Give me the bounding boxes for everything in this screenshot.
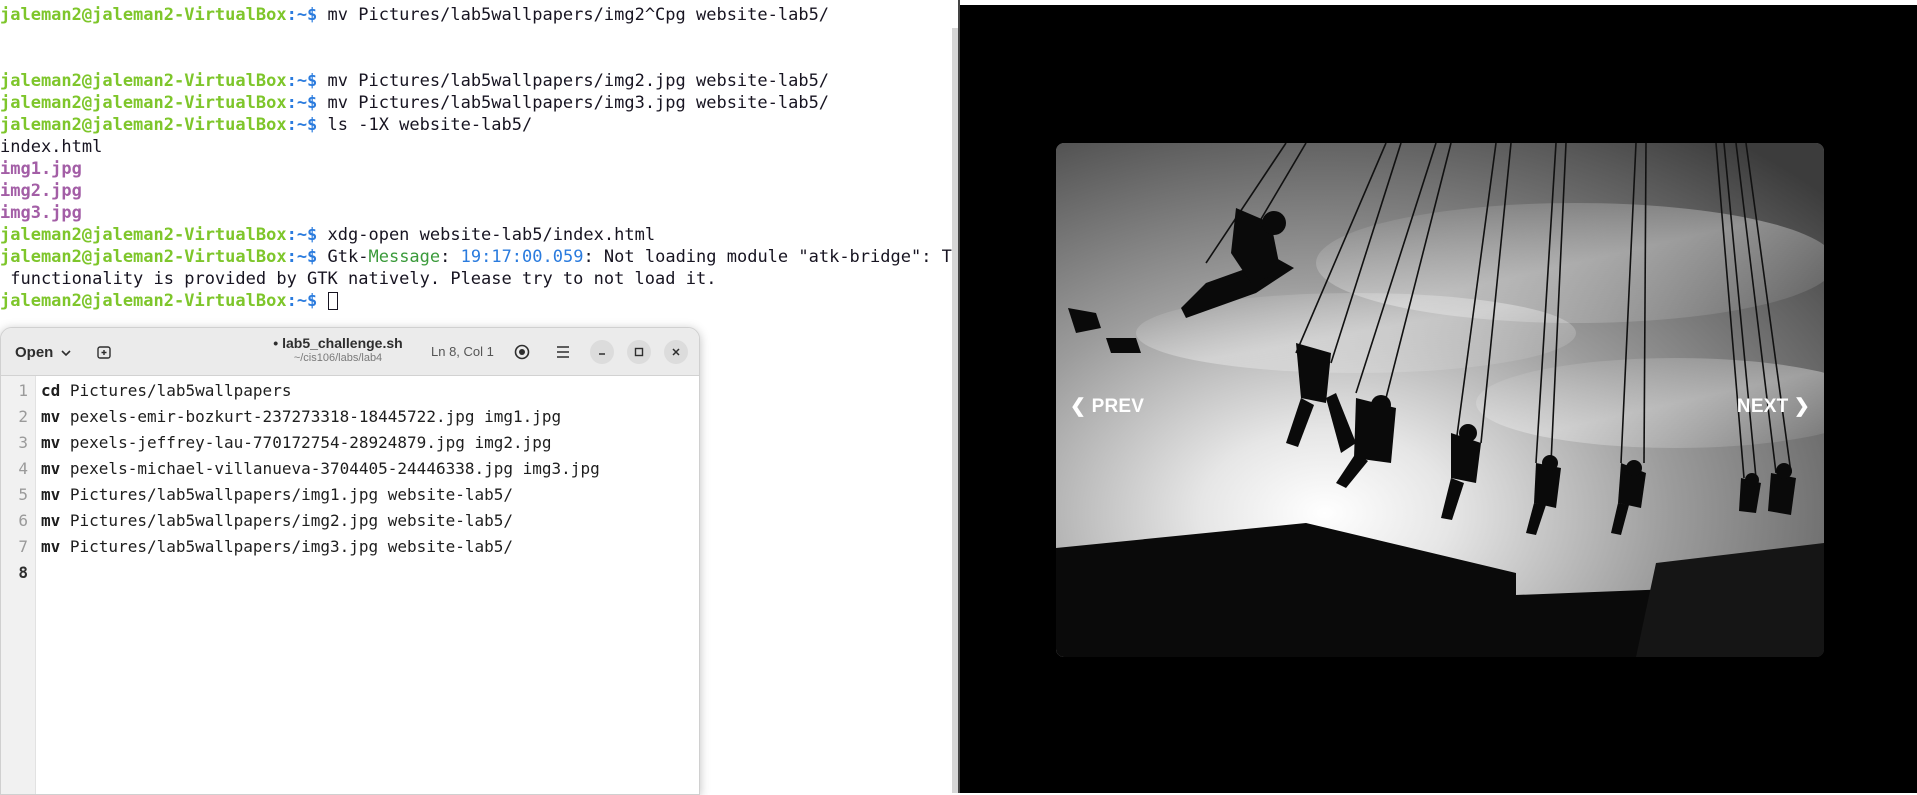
ls-output-line: index.html (0, 137, 103, 157)
line-number-gutter: 1 2 3 4 5 6 7 8 (1, 376, 36, 794)
code-line[interactable]: mv Pictures/lab5wallpapers/img1.jpg webs… (41, 482, 513, 508)
slideshow-image: ❮ PREV NEXT ❯ (1056, 143, 1824, 657)
file-title: • lab5_challenge.sh (273, 335, 403, 351)
code-line[interactable]: mv Pictures/lab5wallpapers/img2.jpg webs… (41, 508, 513, 534)
browser-window: ❮ PREV NEXT ❯ (958, 0, 1917, 793)
swing-ride-photo (1056, 143, 1824, 657)
line-number: 1 (18, 381, 28, 400)
code-line[interactable]: mv Pictures/lab5wallpapers/img3.jpg webs… (41, 534, 513, 560)
line-number: 8 (18, 563, 28, 582)
ls-output-line: img1.jpg (0, 159, 82, 179)
chevron-down-icon (61, 344, 71, 361)
file-path: ~/cis106/labs/lab4 (293, 352, 383, 364)
line-number: 2 (18, 407, 28, 426)
hamburger-menu-icon[interactable] (551, 340, 575, 364)
ls-output-line: img2.jpg (0, 181, 82, 201)
code-line[interactable]: mv pexels-emir-bozkurt-237273318-1844572… (41, 404, 561, 430)
minimize-icon[interactable] (590, 340, 614, 364)
terminal-line: jaleman2@jaleman2-VirtualBox:~$ mv Pictu… (0, 93, 830, 113)
editor-title: • lab5_challenge.sh ~/cis106/labs/lab4 (263, 335, 413, 364)
code-line[interactable]: mv pexels-michael-villanueva-3704405-244… (41, 456, 600, 482)
close-icon[interactable] (664, 340, 688, 364)
terminal-line: jaleman2@jaleman2-VirtualBox:~$ ls -1X w… (0, 115, 533, 135)
text-editor-window[interactable]: Open • lab5_challenge.sh ~/cis106/labs/l… (0, 327, 700, 795)
editor-headerbar: Open • lab5_challenge.sh ~/cis106/labs/l… (1, 328, 699, 376)
next-button[interactable]: NEXT ❯ (1737, 395, 1810, 418)
terminal-cursor (327, 292, 338, 310)
terminal-line: functionality is provided by GTK nativel… (0, 269, 717, 289)
line-number: 7 (18, 537, 28, 556)
code-line[interactable]: cd Pictures/lab5wallpapers (41, 378, 291, 404)
new-tab-icon[interactable] (93, 341, 115, 363)
code-line[interactable]: mv pexels-jeffrey-lau-770172754-28924879… (41, 430, 552, 456)
line-number: 4 (18, 459, 28, 478)
line-number: 6 (18, 511, 28, 530)
open-button[interactable]: Open (7, 337, 79, 367)
line-number: 3 (18, 433, 28, 452)
terminal-line: jaleman2@jaleman2-VirtualBox:~$ mv Pictu… (0, 71, 830, 91)
terminal-line: jaleman2@jaleman2-VirtualBox:~$ mv Pictu… (0, 5, 830, 25)
cursor-position[interactable]: Ln 8, Col 1 (431, 344, 494, 359)
browser-top-edge (960, 0, 1917, 5)
terminal-line: jaleman2@jaleman2-VirtualBox:~$ xdg-open… (0, 225, 656, 245)
terminal-line: jaleman2@jaleman2-VirtualBox:~$ Gtk-Mess… (0, 247, 958, 267)
maximize-icon[interactable] (627, 340, 651, 364)
line-number: 5 (18, 485, 28, 504)
terminal-prompt[interactable]: jaleman2@jaleman2-VirtualBox:~$ (0, 290, 338, 312)
prev-button[interactable]: ❮ PREV (1070, 395, 1144, 418)
ls-output-line: img3.jpg (0, 203, 82, 223)
settings-icon[interactable] (510, 340, 534, 364)
